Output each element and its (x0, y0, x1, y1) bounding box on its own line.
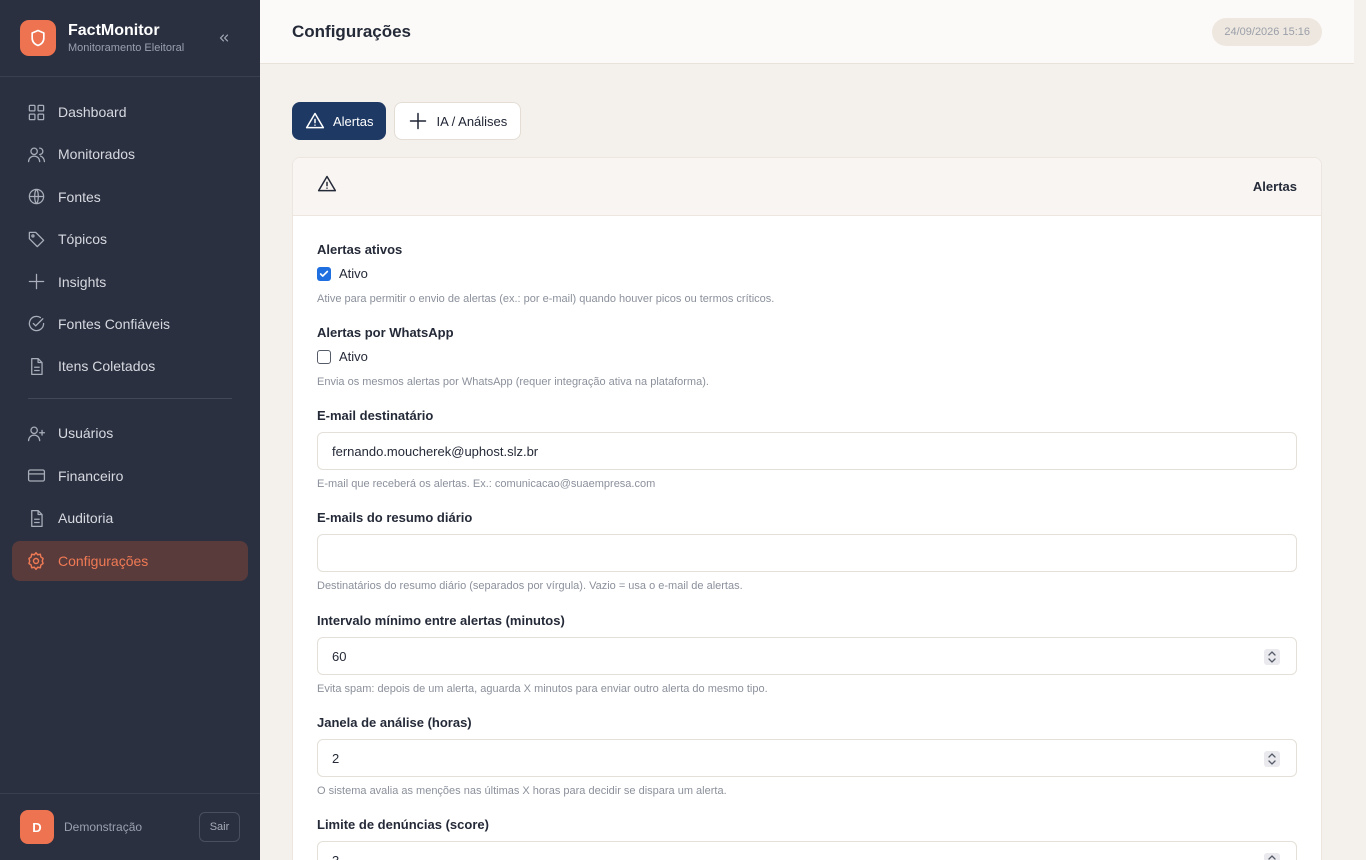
sidebar-item-itens-coletados[interactable]: Itens Coletados (12, 346, 248, 386)
field-label: E-mails do resumo diário (317, 510, 473, 525)
datetime-badge: 24/09/2026 15:16 (1212, 17, 1322, 46)
tab-label: Alertas (333, 113, 374, 129)
collapse-sidebar-icon[interactable] (214, 28, 234, 48)
app-subtitle: Monitoramento Eleitoral (68, 42, 185, 54)
settings-tabs: Alertas IA / Análises (292, 102, 522, 140)
sidebar-item-label: Usuários (58, 425, 114, 442)
sidebar-item-auditoria[interactable]: Auditoria (12, 498, 248, 538)
field-email-destinatario: E-mail destinatário fernando.moucherek@u… (317, 408, 1297, 490)
gear-icon (26, 551, 46, 571)
sidebar-item-configuracoes[interactable]: Configurações (12, 540, 248, 581)
grid-icon (26, 102, 46, 122)
nav-divider (28, 398, 232, 400)
field-hint: Evita spam: depois de um alerta, aguarda… (317, 683, 768, 695)
field-alertas-whatsapp: Alertas por WhatsApp Ativo Envia os mesm… (317, 325, 1297, 388)
field-alertas-ativos: Alertas ativos Ativo Ative para permitir… (317, 242, 1297, 305)
emails-resumo-input[interactable] (317, 534, 1297, 572)
sidebar-item-topicos[interactable]: Tópicos (12, 219, 248, 259)
check-circle-icon (26, 314, 46, 334)
sidebar-item-label: Insights (58, 273, 107, 290)
warning-icon (317, 174, 337, 199)
sidebar-item-label: Itens Coletados (58, 358, 156, 375)
alertas-ativos-checkbox[interactable] (317, 266, 331, 281)
input-value: 3 (332, 852, 340, 860)
field-emails-resumo: E-mails do resumo diário Destinatários d… (317, 510, 1297, 592)
sidebar-nav: Dashboard Monitorados Fontes Tópicos Ins… (0, 77, 260, 581)
sidebar-item-label: Tópicos (58, 231, 108, 248)
checkbox-label: Ativo (339, 349, 368, 364)
janela-analise-number-input[interactable]: 2 (317, 739, 1297, 777)
sidebar-item-insights[interactable]: Insights (12, 262, 248, 302)
shield-logo-icon (20, 20, 56, 56)
user-plus-icon (26, 423, 46, 443)
alertas-whatsapp-checkbox-row[interactable]: Ativo (317, 349, 1297, 364)
tab-alertas[interactable]: Alertas (292, 102, 387, 140)
intervalo-minimo-number-input[interactable]: 60 (317, 637, 1297, 675)
stepper-icon[interactable] (1264, 649, 1280, 665)
alertas-whatsapp-checkbox[interactable] (317, 349, 331, 364)
sidebar-item-fontes[interactable]: Fontes (12, 177, 248, 217)
field-hint: Ative para permitir o envio de alertas (… (317, 293, 775, 305)
field-hint: Destinatários do resumo diário (separado… (317, 580, 743, 592)
card-title: Alertas (1252, 179, 1297, 194)
plus-icon (408, 111, 428, 131)
tag-icon (26, 229, 46, 249)
field-label: E-mail destinatário (317, 408, 434, 423)
sidebar-item-usuarios[interactable]: Usuários (12, 413, 248, 453)
alertas-ativos-checkbox-row[interactable]: Ativo (317, 266, 1297, 281)
sidebar-item-fontes-confiaveis[interactable]: Fontes Confiáveis (12, 304, 248, 344)
field-label: Limite de denúncias (score) (317, 817, 489, 832)
page-title: Configurações (292, 21, 412, 41)
credit-card-icon (26, 466, 46, 486)
input-value: fernando.moucherek@uphost.slz.br (332, 443, 539, 459)
field-janela-analise: Janela de análise (horas) 2 O sistema av… (317, 715, 1297, 797)
limite-denuncias-number-input[interactable]: 3 (317, 841, 1297, 860)
sidebar-item-label: Dashboard (58, 104, 127, 120)
user-footer: D Demonstração Sair (0, 793, 260, 860)
field-label: Intervalo mínimo entre alertas (minutos) (317, 613, 565, 628)
field-hint: Envia os mesmos alertas por WhatsApp (re… (317, 376, 709, 388)
document-icon (26, 356, 46, 376)
avatar: D (20, 810, 54, 844)
sidebar-item-label: Fontes (58, 188, 101, 205)
sidebar-item-label: Monitorados (58, 146, 136, 163)
field-intervalo-minimo: Intervalo mínimo entre alertas (minutos)… (317, 613, 1297, 695)
sidebar-item-label: Configurações (58, 552, 149, 569)
plus-icon (26, 272, 46, 292)
field-label: Janela de análise (horas) (317, 715, 472, 730)
card-header: Alertas (293, 158, 1321, 216)
stepper-icon[interactable] (1264, 751, 1280, 767)
email-destinatario-input[interactable]: fernando.moucherek@uphost.slz.br (317, 432, 1297, 470)
card-body: Alertas ativos Ativo Ative para permitir… (293, 216, 1321, 860)
field-label: Alertas ativos (317, 242, 403, 257)
field-hint: O sistema avalia as menções nas últimas … (317, 785, 727, 797)
input-value: 60 (332, 648, 347, 664)
alerts-settings-card: Alertas Alertas ativos Ativo Ative para … (292, 157, 1322, 860)
field-limite-denuncias: Limite de denúncias (score) 3 (317, 817, 1297, 860)
brand-header: FactMonitor Monitoramento Eleitoral (0, 0, 260, 77)
sidebar-item-dashboard[interactable]: Dashboard (12, 92, 248, 132)
globe-icon (26, 187, 46, 207)
tab-label: IA / Análises (436, 113, 508, 129)
sidebar-item-label: Fontes Confiáveis (58, 315, 171, 332)
users-icon (26, 144, 46, 164)
input-value: 2 (332, 750, 340, 766)
field-hint: E-mail que receberá os alertas. Ex.: com… (317, 478, 656, 490)
warning-icon (305, 111, 325, 131)
stepper-icon[interactable] (1264, 853, 1280, 860)
sidebar-item-financeiro[interactable]: Financeiro (12, 456, 248, 496)
tab-ia-analises[interactable]: IA / Análises (394, 102, 522, 140)
checkbox-label: Ativo (339, 266, 368, 281)
document-icon (26, 508, 46, 528)
sidebar-item-label: Auditoria (58, 510, 114, 527)
sidebar-item-label: Financeiro (58, 467, 124, 484)
app-name: FactMonitor (68, 22, 160, 39)
user-name: Demonstração (64, 820, 143, 834)
sidebar-item-monitorados[interactable]: Monitorados (12, 134, 248, 174)
sidebar: FactMonitor Monitoramento Eleitoral Dash… (0, 0, 260, 860)
top-header: Configurações 24/09/2026 15:16 (260, 0, 1354, 64)
logout-button[interactable]: Sair (199, 812, 240, 842)
field-label: Alertas por WhatsApp (317, 325, 454, 340)
